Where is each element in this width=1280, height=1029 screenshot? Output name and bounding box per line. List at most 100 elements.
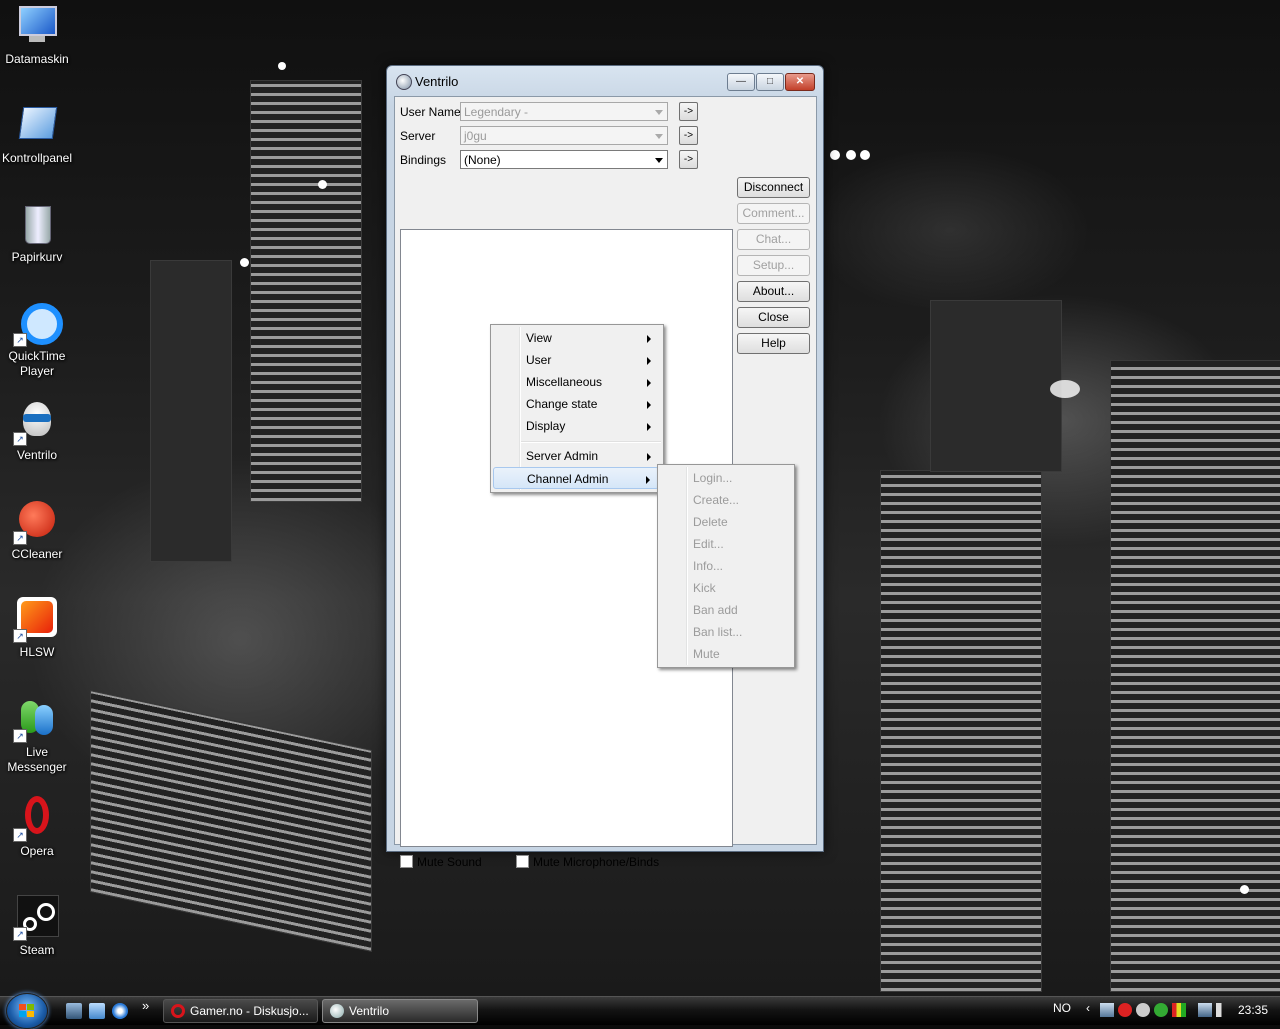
menu-item-ban-list[interactable]: Ban list... [660, 621, 790, 643]
chevron-down-icon [655, 134, 663, 139]
quicklaunch-overflow[interactable]: » [142, 998, 149, 1013]
network-icon[interactable] [1100, 1003, 1114, 1017]
taskbar-button-gamer[interactable]: Gamer.no - Diskusjo... [163, 999, 318, 1023]
tray-chevron-icon[interactable]: ‹ [1086, 1001, 1090, 1015]
disconnect-button[interactable]: Disconnect [737, 177, 810, 198]
username-arrow-button[interactable]: -> [679, 102, 698, 121]
bindings-combo[interactable]: (None) [460, 150, 668, 169]
desktop-icon-label: Ventrilo [16, 448, 58, 462]
menu-item-delete[interactable]: Delete [660, 511, 790, 533]
taskbar-button-ventrilo[interactable]: Ventrilo [322, 999, 478, 1023]
help-button[interactable]: Help [737, 333, 810, 354]
wallpaper-light [860, 150, 870, 160]
desktop-icon-opera[interactable]: ↗ Opera [0, 796, 74, 859]
wallpaper-light [318, 180, 327, 189]
desktop-icon-live-messenger[interactable]: ↗ Live Messenger [0, 697, 74, 775]
security-alert-icon[interactable] [1118, 1003, 1132, 1017]
bindings-arrow-button[interactable]: -> [679, 150, 698, 169]
chat-button[interactable]: Chat... [737, 229, 810, 250]
ventrilo-icon [330, 1004, 344, 1018]
comment-button[interactable]: Comment... [737, 203, 810, 224]
username-combo: Legendary - [460, 102, 668, 121]
server-value: j0gu [464, 129, 487, 143]
menu-item-label: User [526, 353, 552, 367]
username-value: Legendary - [464, 105, 529, 119]
mute-sound-checkbox[interactable]: Mute Sound [400, 855, 482, 869]
maximize-button[interactable]: □ [756, 73, 784, 91]
desktop-icon-label: Live Messenger [7, 745, 67, 774]
menu-item-mute[interactable]: Mute [660, 643, 790, 665]
wallpaper-light [278, 62, 286, 70]
menu-item-view[interactable]: View [493, 327, 659, 349]
messenger-icon: ↗ [13, 697, 59, 743]
desktop-icon-label: CCleaner [11, 547, 63, 561]
shortcut-arrow-icon: ↗ [13, 432, 27, 446]
hlsw-icon: ↗ [13, 597, 59, 643]
desktop-icon-label: Kontrollpanel [1, 151, 73, 165]
menu-item-miscellaneous[interactable]: Miscellaneous [493, 371, 659, 393]
setup-button[interactable]: Setup... [737, 255, 810, 276]
desktop-icon-ccleaner[interactable]: ↗ CCleaner [0, 499, 74, 562]
opera-icon [171, 1004, 185, 1018]
server-arrow-button[interactable]: -> [679, 126, 698, 145]
control-panel-icon [15, 103, 59, 147]
desktop-icon-control-panel[interactable]: Kontrollpanel [0, 103, 74, 166]
menu-item-edit[interactable]: Edit... [660, 533, 790, 555]
menu-item-create[interactable]: Create... [660, 489, 790, 511]
system-tray: NO ‹ 23:35 [1050, 997, 1280, 1025]
mute-mic-checkbox[interactable]: Mute Microphone/Binds [516, 855, 659, 869]
menu-item-login[interactable]: Login... [660, 467, 790, 489]
internet-explorer-icon[interactable] [112, 1003, 128, 1019]
messenger-tray-icon[interactable] [1154, 1003, 1168, 1017]
wallpaper-light [1050, 380, 1080, 398]
menu-item-user[interactable]: User [493, 349, 659, 371]
submenu-arrow-icon [647, 379, 651, 387]
desktop-icon-hlsw[interactable]: ↗ HLSW [0, 597, 74, 660]
menu-item-kick[interactable]: Kick [660, 577, 790, 599]
desktop-icon-steam[interactable]: ↗ Steam [0, 895, 74, 958]
chevron-down-icon [655, 110, 663, 115]
chevron-down-icon [655, 158, 663, 163]
minimize-button[interactable]: — [727, 73, 755, 91]
bindings-value: (None) [464, 153, 501, 167]
submenu-arrow-icon [647, 357, 651, 365]
wallpaper-light [830, 150, 840, 160]
menu-item-change-state[interactable]: Change state [493, 393, 659, 415]
shortcut-arrow-icon: ↗ [13, 531, 27, 545]
desktop-icon-quicktime[interactable]: ↗ QuickTime Player [0, 301, 74, 379]
wallpaper-building [250, 80, 362, 502]
menu-item-ban-add[interactable]: Ban add [660, 599, 790, 621]
desktop-icon-ventrilo[interactable]: ↗ Ventrilo [0, 400, 74, 463]
checkbox-box [516, 855, 529, 868]
show-desktop-icon[interactable] [66, 1003, 82, 1019]
menu-item-label: Display [526, 419, 566, 433]
menu-item-info[interactable]: Info... [660, 555, 790, 577]
username-label: User Name [400, 105, 461, 119]
menu-separator [521, 441, 661, 443]
close-button[interactable]: Close [737, 307, 810, 328]
menu-item-channel-admin[interactable]: Channel Admin [493, 467, 659, 489]
recycle-bin-icon [15, 202, 59, 246]
clock[interactable]: 23:35 [1238, 1003, 1268, 1017]
status-tray-icon[interactable] [1172, 1003, 1186, 1017]
volume-icon[interactable] [1216, 1003, 1230, 1017]
language-indicator[interactable]: NO [1053, 1001, 1071, 1015]
menu-item-server-admin[interactable]: Server Admin [493, 445, 659, 467]
close-window-button[interactable]: ✕ [785, 73, 815, 91]
submenu-arrow-icon [647, 401, 651, 409]
submenu-arrow-icon [646, 476, 650, 484]
switch-windows-icon[interactable] [89, 1003, 105, 1019]
mute-mic-label: Mute Microphone/Binds [533, 855, 660, 869]
steam-tray-icon[interactable] [1136, 1003, 1150, 1017]
display-tray-icon[interactable] [1198, 1003, 1212, 1017]
about-button[interactable]: About... [737, 281, 810, 302]
mute-sound-label: Mute Sound [417, 855, 482, 869]
ventrilo-app-icon [396, 74, 412, 90]
desktop-icon-computer[interactable]: Datamaskin [0, 4, 74, 67]
title-bar[interactable]: Ventrilo — □ ✕ [387, 66, 823, 96]
server-label: Server [400, 129, 436, 143]
menu-item-display[interactable]: Display [493, 415, 659, 437]
desktop-icon-recycle-bin[interactable]: Papirkurv [0, 202, 74, 265]
wallpaper-building [1110, 360, 1280, 992]
taskbar-button-label: Ventrilo [349, 1004, 390, 1018]
